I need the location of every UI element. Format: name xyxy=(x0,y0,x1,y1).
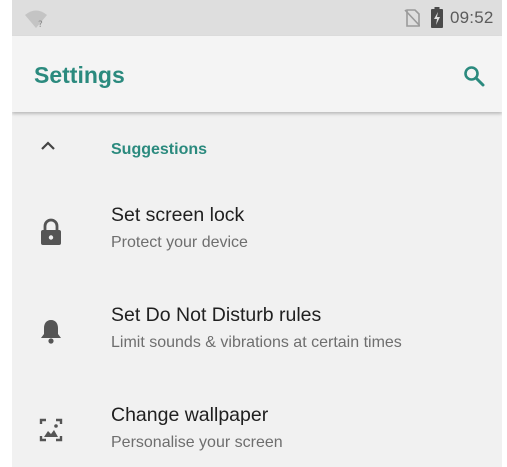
battery-charging-icon xyxy=(431,7,443,28)
suggestion-set-dnd-rules[interactable]: Set Do Not Disturb rules Limit sounds & … xyxy=(12,290,502,388)
settings-screen: ? 09:52 Settings Suggestions Set screen … xyxy=(12,0,502,467)
bell-icon xyxy=(41,320,61,344)
page-title: Settings xyxy=(34,62,125,88)
status-bar: ? 09:52 xyxy=(12,0,502,36)
no-sim-icon xyxy=(404,9,420,27)
lock-icon xyxy=(41,218,61,245)
suggestion-change-wallpaper[interactable]: Change wallpaper Personalise your screen xyxy=(12,390,502,467)
suggestion-subtitle: Limit sounds & vibrations at certain tim… xyxy=(111,334,402,351)
suggestion-set-screen-lock[interactable]: Set screen lock Protect your device xyxy=(12,190,502,288)
svg-text:?: ? xyxy=(38,20,43,29)
suggestions-header[interactable]: Suggestions xyxy=(12,122,502,178)
search-button[interactable] xyxy=(458,60,490,92)
app-bar: Settings xyxy=(12,36,502,112)
wifi-question-icon: ? xyxy=(25,10,47,29)
chevron-up-icon[interactable] xyxy=(38,136,58,156)
status-time: 09:52 xyxy=(450,8,494,27)
suggestion-title: Change wallpaper xyxy=(111,404,269,426)
suggestions-label: Suggestions xyxy=(111,141,208,158)
suggestion-subtitle: Protect your device xyxy=(111,234,248,251)
suggestion-subtitle: Personalise your screen xyxy=(111,434,283,451)
search-icon xyxy=(464,66,485,87)
wallpaper-icon xyxy=(39,418,63,442)
suggestion-title: Set Do Not Disturb rules xyxy=(111,304,322,326)
suggestion-title: Set screen lock xyxy=(111,204,245,226)
